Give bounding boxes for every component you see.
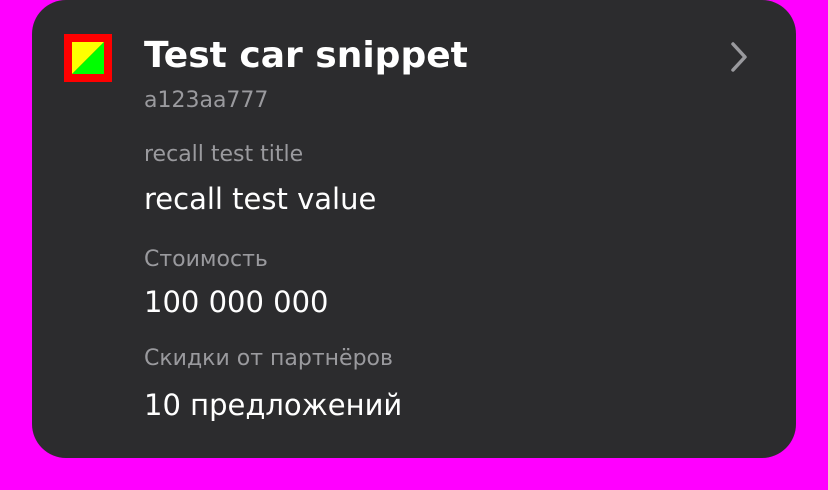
price-row-value: 100 000 000 (144, 285, 329, 319)
card-subtitle: a123aa777 (144, 88, 269, 113)
recall-row-value: recall test value (144, 182, 377, 216)
card-title: Test car snippet (144, 35, 468, 76)
discounts-row-label: Скидки от партнёров (144, 346, 393, 371)
car-thumbnail-icon (64, 34, 112, 82)
chevron-right-icon[interactable] (724, 38, 754, 76)
recall-row-label: recall test title (144, 142, 304, 167)
price-row-label: Стоимость (144, 247, 268, 272)
car-snippet-card[interactable]: Test car snippet a123aa777 recall test t… (32, 0, 796, 458)
discounts-row-value: 10 предложений (144, 388, 403, 422)
